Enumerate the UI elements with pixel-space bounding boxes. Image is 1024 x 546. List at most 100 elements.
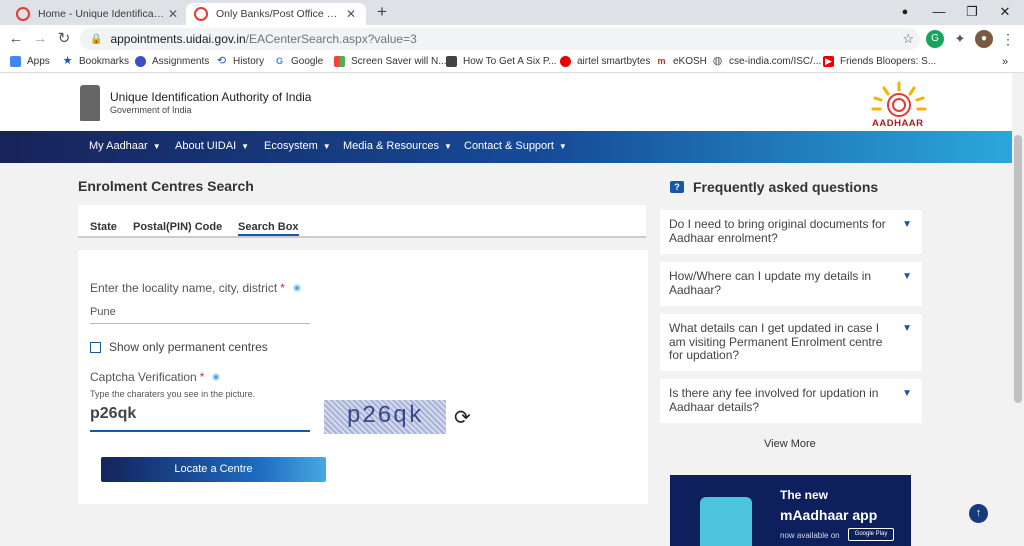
youtube-icon: ▶ [823, 56, 834, 67]
tab-search-box[interactable]: Search Box [238, 221, 299, 236]
back-icon[interactable]: ← [6, 29, 26, 49]
reload-icon[interactable]: ↻ [54, 29, 74, 49]
address-bar[interactable]: 🔒 appointments.uidai.gov.in/EACenterSear… [80, 28, 920, 50]
restore-icon[interactable]: ❐ [955, 0, 989, 25]
profile-menu-icon[interactable]: ● [888, 0, 922, 25]
bookmark-apps[interactable]: Apps [10, 56, 50, 67]
microsoft-icon [334, 56, 345, 67]
tab-state[interactable]: State [90, 221, 117, 233]
bookmark-history[interactable]: ⟲ History [216, 56, 264, 68]
captcha-label: Captcha Verification * [90, 370, 221, 384]
main-nav: My Aadhaar ▼ About UIDAI ▼ Ecosystem ▼ Medi… [0, 131, 1012, 163]
apps-grid-icon [10, 56, 21, 67]
browser-tab-bar: Home - Unique Identification Au ✕ Only B… [0, 0, 1024, 25]
chevron-down-icon: ▼ [902, 388, 912, 399]
google-play-badge[interactable]: Google Play [848, 528, 894, 541]
page-scrollbar[interactable] [1012, 73, 1024, 546]
nav-ecosystem[interactable]: Ecosystem ▼ [264, 140, 331, 152]
tab-title: Only Banks/Post Office Enrolmen [216, 8, 344, 20]
nav-media-resources[interactable]: Media & Resources ▼ [343, 140, 452, 152]
captcha-image: p26qk [324, 400, 446, 434]
faq-heading: ? Frequently asked questions [670, 179, 878, 195]
captcha-input[interactable]: p26qk [90, 405, 310, 432]
nav-contact-support[interactable]: Contact & Support ▼ [464, 140, 567, 152]
locate-centre-button[interactable]: Locate a Centre [101, 457, 326, 482]
permanent-centres-checkbox[interactable] [90, 342, 101, 353]
faq-item[interactable]: Do I need to bring original documents fo… [660, 210, 922, 254]
chrome-menu-icon[interactable]: ⋮ [999, 30, 1017, 48]
locality-label: Enter the locality name, city, district * [90, 281, 301, 295]
bookmark-six-pack[interactable]: How To Get A Six P... [446, 56, 557, 67]
bookmark-bookmarks[interactable]: ★ Bookmarks [62, 55, 129, 68]
site-header: Unique Identification Authority of India… [0, 73, 1012, 131]
faq-item[interactable]: How/Where can I update my details in Aad… [660, 262, 922, 306]
captcha-hint: Type the charaters you see in the pictur… [90, 389, 256, 399]
grammarly-extension-icon[interactable]: G [926, 30, 944, 48]
window-close-icon[interactable]: ✕ [988, 0, 1022, 25]
org-subtitle: Government of India [110, 105, 192, 115]
promo-line2: mAadhaar app [780, 507, 878, 523]
aadhaar-logo[interactable]: AADHAAR [866, 81, 932, 129]
chevron-down-icon: ▼ [558, 142, 567, 151]
forward-icon[interactable]: → [30, 29, 50, 49]
scroll-to-top-icon[interactable]: ↑ [969, 504, 988, 523]
refresh-captcha-icon[interactable]: ⟳ [454, 405, 471, 430]
faq-item[interactable]: Is there any fee involved for updation i… [660, 379, 922, 423]
avatar[interactable]: ● [975, 30, 993, 48]
close-icon[interactable]: ✕ [344, 7, 358, 21]
uidai-favicon-icon [16, 7, 30, 21]
assignments-icon [135, 56, 146, 67]
promo-line3: now available on [780, 531, 840, 540]
ekosh-icon: m [657, 56, 666, 66]
aadhaar-sun-icon [871, 81, 927, 117]
new-tab-icon[interactable]: + [373, 2, 391, 22]
nav-about-uidai[interactable]: About UIDAI ▼ [175, 140, 249, 152]
minimize-icon[interactable]: — [922, 0, 956, 25]
lock-icon: 🔒 [90, 33, 103, 45]
org-name: Unique Identification Authority of India [110, 90, 312, 104]
bookmark-airtel[interactable]: airtel smartbytes [560, 56, 650, 67]
info-icon[interactable] [292, 284, 301, 292]
airtel-icon [560, 56, 571, 67]
tab-title: Home - Unique Identification Au [38, 8, 166, 20]
address-toolbar: ← → ↻ 🔒 appointments.uidai.gov.in/EACent… [0, 25, 1024, 53]
url-host: appointments.uidai.gov.in [110, 32, 246, 46]
extensions-puzzle-icon[interactable]: ✦ [951, 30, 969, 48]
chevron-down-icon: ▼ [902, 271, 912, 282]
bookmark-screen-saver[interactable]: Screen Saver will N... [334, 56, 447, 67]
page-title: Enrolment Centres Search [78, 178, 254, 194]
url-path: /EACenterSearch.aspx?value=3 [245, 32, 417, 46]
bookmark-cse-india[interactable]: ◍ cse-india.com/ISC/... [712, 56, 822, 68]
required-marker: * [280, 281, 285, 295]
permanent-centres-label: Show only permanent centres [109, 340, 268, 354]
uidai-favicon-icon [194, 7, 208, 21]
bookmark-assignments[interactable]: Assignments [135, 56, 209, 67]
bookmark-google[interactable]: G Google [274, 56, 323, 67]
scrollbar-thumb[interactable] [1014, 135, 1022, 403]
browser-tab-home[interactable]: Home - Unique Identification Au ✕ [8, 3, 188, 25]
search-tabs: State Postal(PIN) Code Search Box [78, 205, 646, 238]
required-marker: * [199, 370, 205, 384]
maadhaar-promo-banner[interactable]: The new mAadhaar app now available on Go… [670, 475, 911, 546]
chevron-down-icon: ▼ [444, 142, 452, 151]
tab-postal-code[interactable]: Postal(PIN) Code [133, 221, 222, 233]
star-icon: ★ [62, 55, 73, 67]
fitness-icon [446, 56, 457, 67]
bookmarks-overflow-icon[interactable]: » [1002, 56, 1008, 68]
view-more-link[interactable]: View More [764, 438, 816, 450]
bookmark-friends-bloopers[interactable]: ▶ Friends Bloopers: S... [823, 56, 936, 67]
bookmark-ekosh[interactable]: m eKOSH [656, 56, 706, 67]
chevron-down-icon: ▼ [322, 142, 331, 151]
chevron-down-icon: ▼ [152, 142, 161, 151]
promo-line1: The new [780, 488, 829, 502]
info-icon[interactable] [212, 373, 221, 381]
logo-text: AADHAAR [872, 118, 924, 129]
close-icon[interactable]: ✕ [166, 7, 180, 21]
locality-input[interactable]: Pune [90, 304, 310, 324]
chevron-down-icon: ▼ [902, 219, 912, 230]
browser-tab-active[interactable]: Only Banks/Post Office Enrolmen ✕ [186, 3, 366, 25]
nav-my-aadhaar[interactable]: My Aadhaar ▼ [89, 140, 161, 152]
faq-chat-icon: ? [670, 181, 684, 193]
faq-item[interactable]: What details can I get updated in case I… [660, 314, 922, 371]
bookmark-star-icon[interactable]: ☆ [902, 31, 914, 47]
